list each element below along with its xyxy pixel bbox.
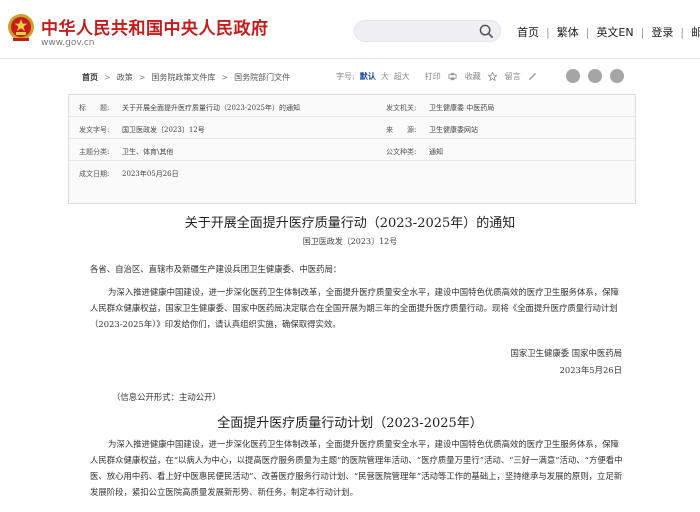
plan-paragraph: 为深入推进健康中国建设，进一步深化医药卫生体制改革，全面提升医疗质量安全水平，建…: [90, 439, 623, 497]
nav-mail-link[interactable]: 邮箱: [691, 24, 700, 40]
article-doc-number: 国卫医政发〔2023〕12号: [302, 237, 398, 246]
breadcrumb-home[interactable]: 首页: [82, 72, 98, 83]
weibo-share-icon[interactable]: [566, 69, 580, 83]
title-label: 标 题:: [79, 104, 110, 112]
title-value: 关于开展全面提升医疗质量行动（2023-2025年）的通知: [122, 104, 300, 112]
top-nav: 首页 | 繁体 | 英文EN | 登录 | 邮箱: [517, 24, 700, 40]
document-metadata-table: 标 题: 关于开展全面提升医疗质量行动（2023-2025年）的通知 发文机关:…: [68, 94, 636, 204]
breadcrumb-dept-docs[interactable]: 国务院部门文件: [234, 72, 290, 83]
site-url: www.gov.cn: [41, 38, 95, 48]
date-label: 成文日期:: [79, 170, 110, 178]
comment-button[interactable]: 留言: [505, 71, 521, 82]
breadcrumb-separator: >: [104, 73, 111, 82]
article-tools: 字号: 默认 大 超大 打印 收藏 留言: [336, 71, 545, 82]
date-value: 2023年05月26日: [122, 170, 179, 178]
issuer-label: 发文机关:: [386, 104, 417, 112]
nav-divider: |: [680, 25, 685, 39]
source-label: 来 源:: [386, 126, 417, 134]
site-title[interactable]: 中华人民共和国中央人民政府: [41, 14, 269, 39]
print-icon[interactable]: [448, 72, 457, 81]
metadata-row: 发文字号: 国卫医政发〔2023〕12号 来 源: 卫生健康委网站: [69, 117, 635, 139]
edit-icon[interactable]: [528, 72, 537, 81]
favorite-button[interactable]: 收藏: [465, 71, 481, 82]
article-paragraph: 为深入推进健康中国建设，进一步深化医药卫生体制改革，全面提升医疗质量安全水平，建…: [90, 287, 619, 329]
tool-group: 打印 收藏 留言: [425, 71, 545, 82]
nav-login-link[interactable]: 登录: [651, 24, 673, 40]
breadcrumb-separator: >: [138, 73, 146, 82]
doc-no-label: 发文字号:: [79, 126, 110, 134]
category-label: 主题分类:: [79, 148, 110, 156]
metadata-row: 标 题: 关于开展全面提升医疗质量行动（2023-2025年）的通知 发文机关:…: [69, 95, 635, 117]
article-addressee: 各省、自治区、直辖市及新疆生产建设兵团卫生健康委、中医药局：: [90, 264, 342, 274]
search-input[interactable]: [354, 20, 501, 42]
article-sign-date: 2023年5月26日: [559, 365, 622, 375]
print-button[interactable]: 打印: [425, 71, 441, 82]
breadcrumb-library[interactable]: 国务院政策文件库: [151, 72, 215, 83]
share-bar: [566, 69, 632, 83]
doc-type-label: 公文种类:: [386, 148, 417, 156]
nav-traditional-link[interactable]: 繁体: [557, 24, 579, 40]
article-signatory: 国家卫生健康委 国家中医药局: [510, 348, 622, 358]
breadcrumb-separator: >: [221, 73, 229, 82]
qzone-share-icon[interactable]: [610, 69, 624, 83]
doc-type-value: 通知: [429, 148, 443, 156]
source-value: 卫生健康委网站: [429, 126, 478, 134]
issuer-value: 卫生健康委 中医药局: [429, 104, 495, 112]
metadata-row: 主题分类: 卫生、体育\其他 公文种类: 通知: [69, 139, 635, 161]
font-size-label: 字号:: [336, 72, 355, 81]
doc-no-value: 国卫医政发〔2023〕12号: [122, 126, 205, 134]
plan-title: 全面提升医疗质量行动计划（2023-2025年）: [217, 416, 483, 431]
disclosure-note: （信息公开形式：主动公开）: [112, 392, 221, 402]
search-icon[interactable]: [479, 24, 494, 39]
national-emblem-icon[interactable]: [7, 13, 35, 43]
favorite-icon[interactable]: [487, 72, 497, 81]
wechat-share-icon[interactable]: [588, 69, 602, 83]
article-title: 关于开展全面提升医疗质量行动（2023-2025年）的通知: [184, 216, 516, 231]
nav-divider: |: [585, 25, 590, 39]
category-value: 卫生、体育\其他: [122, 148, 174, 156]
header-divider: [0, 58, 700, 59]
nav-divider: |: [640, 25, 645, 39]
nav-home-link[interactable]: 首页: [517, 24, 539, 40]
nav-divider: |: [546, 25, 550, 39]
breadcrumb: 首页 > 政策 > 国务院政策文件库 > 国务院部门文件: [82, 72, 290, 83]
site-header: 中华人民共和国中央人民政府 www.gov.cn 首页 | 繁体 | 英文EN …: [0, 0, 700, 56]
font-size-default[interactable]: 默认: [360, 71, 376, 82]
metadata-row: 成文日期: 2023年05月26日: [69, 161, 635, 183]
font-size-xlarge[interactable]: 超大: [394, 71, 410, 82]
nav-english-link[interactable]: 英文EN: [596, 24, 633, 40]
breadcrumb-policy[interactable]: 政策: [117, 72, 133, 83]
font-size-large[interactable]: 大: [381, 71, 389, 82]
